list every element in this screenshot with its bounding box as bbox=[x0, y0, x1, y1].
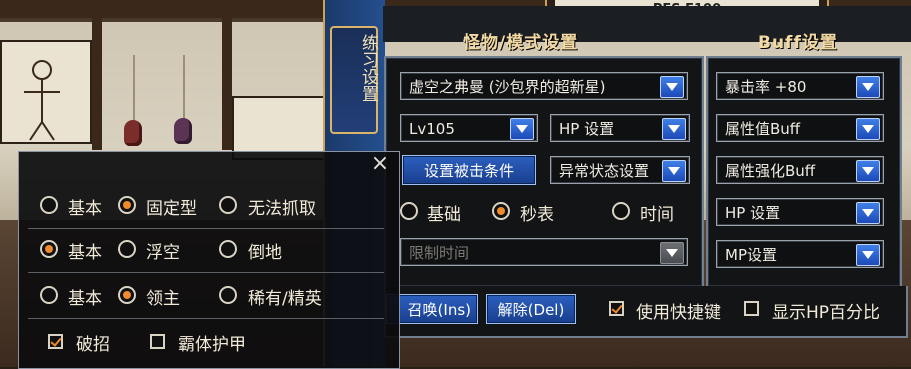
chevron-down-icon[interactable] bbox=[662, 160, 686, 182]
chevron-down-icon[interactable] bbox=[662, 118, 686, 140]
buff-select-hp-value: HP 设置 bbox=[725, 204, 781, 222]
divider bbox=[28, 318, 384, 319]
state-radio-basic-label: 基本 bbox=[68, 243, 102, 263]
buff-select-mp[interactable]: MP设置 bbox=[716, 240, 884, 268]
use-shortcut-checkbox[interactable] bbox=[609, 301, 624, 316]
grab-radio-fixed-label: 固定型 bbox=[146, 199, 197, 219]
buff-select-crit[interactable]: 暴击率 +80 bbox=[716, 72, 884, 100]
close-icon[interactable]: × bbox=[368, 153, 392, 177]
divider bbox=[28, 272, 384, 273]
hp-setting-select[interactable]: HP 设置 bbox=[550, 114, 690, 142]
state-radio-airborne[interactable] bbox=[118, 240, 136, 258]
release-button[interactable]: 解除(Del) bbox=[486, 294, 576, 324]
hp-setting-select-value: HP 设置 bbox=[559, 120, 615, 138]
boxing-glove bbox=[174, 118, 192, 144]
rope bbox=[133, 55, 135, 130]
rank-radio-lord-label: 领主 bbox=[146, 289, 180, 309]
timer-radio-basic[interactable] bbox=[400, 202, 418, 220]
buff-select-crit-value: 暴击率 +80 bbox=[725, 78, 807, 96]
grab-radio-ungrabbable-label: 无法抓取 bbox=[248, 199, 316, 219]
chevron-down-icon bbox=[660, 242, 684, 264]
rank-radio-lord[interactable] bbox=[118, 286, 136, 304]
chevron-down-icon[interactable] bbox=[856, 160, 880, 182]
chevron-down-icon[interactable] bbox=[856, 118, 880, 140]
chevron-down-icon[interactable] bbox=[510, 118, 534, 140]
counter-hit-checkbox[interactable] bbox=[48, 334, 63, 349]
monster-select[interactable]: 虚空之弗曼 (沙包界的超新星) bbox=[400, 72, 688, 100]
chevron-down-icon[interactable] bbox=[856, 202, 880, 224]
super-armor-label: 霸体护甲 bbox=[178, 335, 246, 355]
grab-radio-basic[interactable] bbox=[40, 196, 58, 214]
buff-select-element-value: 属性值Buff bbox=[725, 120, 801, 138]
rank-radio-basic-label: 基本 bbox=[68, 289, 102, 309]
counter-hit-label: 破招 bbox=[76, 335, 110, 355]
super-armor-checkbox[interactable] bbox=[150, 334, 165, 349]
timer-radio-basic-label: 基础 bbox=[427, 205, 461, 225]
buff-select-mp-value: MP设置 bbox=[725, 246, 777, 264]
rank-radio-rare-elite[interactable] bbox=[219, 286, 237, 304]
rank-radio-basic[interactable] bbox=[40, 286, 58, 304]
divider bbox=[28, 228, 384, 229]
buff-select-hp[interactable]: HP 设置 bbox=[716, 198, 884, 226]
tab-practice-settings[interactable]: 练习设置 bbox=[330, 26, 378, 134]
buff-header: Buff设置 bbox=[758, 33, 838, 53]
wall-pillar bbox=[92, 0, 102, 150]
boxing-glove bbox=[124, 120, 142, 146]
grab-radio-ungrabbable[interactable] bbox=[219, 196, 237, 214]
chevron-down-icon[interactable] bbox=[856, 244, 880, 266]
buff-select-element-enhance-value: 属性强化Buff bbox=[725, 162, 816, 180]
monster-select-value: 虚空之弗曼 (沙包界的超新星) bbox=[409, 78, 606, 96]
state-radio-down-label: 倒地 bbox=[248, 243, 282, 263]
chevron-down-icon[interactable] bbox=[660, 76, 684, 98]
chevron-down-icon[interactable] bbox=[856, 76, 880, 98]
show-hp-percent-checkbox[interactable] bbox=[744, 301, 759, 316]
time-limit-select-value: 限制时间 bbox=[409, 244, 470, 262]
state-radio-down[interactable] bbox=[219, 240, 237, 258]
wall-pillar bbox=[222, 0, 232, 150]
rank-radio-rare-elite-label: 稀有/精英 bbox=[248, 289, 322, 309]
tab-practice-settings-label: 练习设置 bbox=[358, 34, 378, 102]
timer-radio-time-label: 时间 bbox=[640, 205, 674, 225]
level-select[interactable]: Lv105 bbox=[400, 114, 538, 142]
buff-select-element[interactable]: 属性值Buff bbox=[716, 114, 884, 142]
state-radio-basic[interactable] bbox=[40, 240, 58, 258]
time-limit-select: 限制时间 bbox=[400, 238, 688, 266]
level-select-value: Lv105 bbox=[409, 120, 455, 138]
summon-button-label: 召唤(Ins) bbox=[407, 301, 471, 319]
timer-radio-time[interactable] bbox=[612, 202, 630, 220]
state-radio-airborne-label: 浮空 bbox=[146, 243, 180, 263]
monster-mode-header: 怪物/模式设置 bbox=[463, 33, 579, 53]
set-hit-condition-button[interactable]: 设置被击条件 bbox=[402, 155, 536, 185]
use-shortcut-label: 使用快捷键 bbox=[636, 303, 721, 323]
status-effect-select-value: 异常状态设置 bbox=[559, 162, 650, 180]
grab-radio-basic-label: 基本 bbox=[68, 199, 102, 219]
grab-radio-fixed[interactable] bbox=[118, 196, 136, 214]
status-effect-select[interactable]: 异常状态设置 bbox=[550, 156, 690, 184]
timer-radio-stopwatch[interactable] bbox=[492, 202, 510, 220]
anatomy-poster bbox=[0, 40, 92, 144]
timer-radio-stopwatch-label: 秒表 bbox=[520, 205, 554, 225]
buff-select-element-enhance[interactable]: 属性强化Buff bbox=[716, 156, 884, 184]
show-hp-percent-label: 显示HP百分比 bbox=[772, 303, 881, 323]
